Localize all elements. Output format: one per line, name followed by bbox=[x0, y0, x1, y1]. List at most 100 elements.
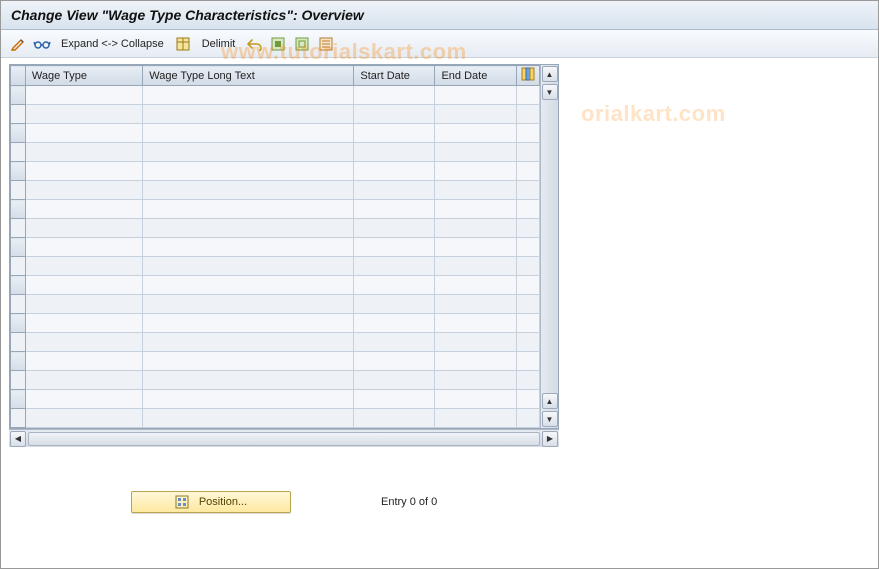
delimit-button[interactable]: Delimit bbox=[198, 36, 240, 52]
hscroll-right-icon[interactable]: ▶ bbox=[542, 431, 558, 447]
cell[interactable] bbox=[354, 200, 435, 219]
cell[interactable] bbox=[354, 314, 435, 333]
cell[interactable] bbox=[354, 219, 435, 238]
cell[interactable] bbox=[143, 219, 354, 238]
expand-collapse-button[interactable]: Expand <-> Collapse bbox=[57, 36, 168, 52]
row-selector[interactable] bbox=[11, 314, 26, 333]
row-selector[interactable] bbox=[11, 371, 26, 390]
deselect-all-icon[interactable] bbox=[293, 35, 311, 53]
cell[interactable] bbox=[435, 314, 516, 333]
cell[interactable] bbox=[354, 257, 435, 276]
col-start-date[interactable]: Start Date bbox=[354, 66, 435, 86]
cell[interactable] bbox=[516, 86, 540, 105]
cell[interactable] bbox=[25, 124, 142, 143]
cell[interactable] bbox=[435, 124, 516, 143]
cell[interactable] bbox=[435, 390, 516, 409]
cell[interactable] bbox=[516, 162, 540, 181]
cell[interactable] bbox=[143, 200, 354, 219]
cell[interactable] bbox=[143, 105, 354, 124]
row-selector[interactable] bbox=[11, 105, 26, 124]
row-selector-header[interactable] bbox=[11, 66, 26, 86]
scroll-up-bottom-icon[interactable]: ▲ bbox=[542, 393, 558, 409]
cell[interactable] bbox=[435, 105, 516, 124]
cell[interactable] bbox=[354, 371, 435, 390]
col-end-date[interactable]: End Date bbox=[435, 66, 516, 86]
cell[interactable] bbox=[143, 371, 354, 390]
cell[interactable] bbox=[516, 257, 540, 276]
vertical-scrollbar[interactable]: ▲ ▼ ▲ ▼ bbox=[540, 65, 558, 428]
cell[interactable] bbox=[516, 314, 540, 333]
cell[interactable] bbox=[354, 124, 435, 143]
cell[interactable] bbox=[25, 238, 142, 257]
cell[interactable] bbox=[516, 295, 540, 314]
cell[interactable] bbox=[143, 390, 354, 409]
cell[interactable] bbox=[516, 105, 540, 124]
horizontal-scrollbar[interactable]: ◀ ▶ bbox=[9, 429, 559, 447]
cell[interactable] bbox=[25, 200, 142, 219]
cell[interactable] bbox=[143, 181, 354, 200]
row-selector[interactable] bbox=[11, 390, 26, 409]
cell[interactable] bbox=[354, 409, 435, 428]
cell[interactable] bbox=[25, 86, 142, 105]
cell[interactable] bbox=[354, 143, 435, 162]
cell[interactable] bbox=[516, 371, 540, 390]
row-selector[interactable] bbox=[11, 143, 26, 162]
cell[interactable] bbox=[516, 143, 540, 162]
cell[interactable] bbox=[143, 238, 354, 257]
cell[interactable] bbox=[435, 371, 516, 390]
cell[interactable] bbox=[143, 409, 354, 428]
cell[interactable] bbox=[25, 371, 142, 390]
row-selector[interactable] bbox=[11, 86, 26, 105]
cell[interactable] bbox=[435, 295, 516, 314]
col-wage-type[interactable]: Wage Type bbox=[25, 66, 142, 86]
cell[interactable] bbox=[25, 162, 142, 181]
cell[interactable] bbox=[354, 105, 435, 124]
hscroll-left-icon[interactable]: ◀ bbox=[10, 431, 26, 447]
cell[interactable] bbox=[435, 143, 516, 162]
cell[interactable] bbox=[435, 276, 516, 295]
row-selector[interactable] bbox=[11, 295, 26, 314]
cell[interactable] bbox=[25, 276, 142, 295]
hscroll-thumb[interactable] bbox=[28, 432, 540, 446]
scroll-up-icon[interactable]: ▲ bbox=[542, 66, 558, 82]
change-tool-icon[interactable] bbox=[9, 35, 27, 53]
glasses-icon[interactable] bbox=[33, 35, 51, 53]
cell[interactable] bbox=[435, 238, 516, 257]
cell[interactable] bbox=[516, 200, 540, 219]
cell[interactable] bbox=[25, 333, 142, 352]
row-selector[interactable] bbox=[11, 257, 26, 276]
position-button[interactable]: Position... bbox=[131, 491, 291, 513]
row-selector[interactable] bbox=[11, 124, 26, 143]
cell[interactable] bbox=[143, 314, 354, 333]
cell[interactable] bbox=[435, 257, 516, 276]
cell[interactable] bbox=[435, 409, 516, 428]
cell[interactable] bbox=[143, 295, 354, 314]
cell[interactable] bbox=[143, 276, 354, 295]
cell[interactable] bbox=[516, 219, 540, 238]
cell[interactable] bbox=[25, 219, 142, 238]
col-wage-type-long-text[interactable]: Wage Type Long Text bbox=[143, 66, 354, 86]
cell[interactable] bbox=[516, 333, 540, 352]
undo-icon[interactable] bbox=[245, 35, 263, 53]
row-selector[interactable] bbox=[11, 276, 26, 295]
cell[interactable] bbox=[435, 162, 516, 181]
cell[interactable] bbox=[25, 314, 142, 333]
cell[interactable] bbox=[516, 390, 540, 409]
cell[interactable] bbox=[516, 352, 540, 371]
row-selector[interactable] bbox=[11, 219, 26, 238]
cell[interactable] bbox=[435, 200, 516, 219]
cell[interactable] bbox=[143, 352, 354, 371]
cell[interactable] bbox=[516, 238, 540, 257]
cell[interactable] bbox=[435, 333, 516, 352]
cell[interactable] bbox=[516, 124, 540, 143]
cell[interactable] bbox=[435, 181, 516, 200]
cell[interactable] bbox=[354, 238, 435, 257]
cell[interactable] bbox=[143, 333, 354, 352]
cell[interactable] bbox=[516, 409, 540, 428]
scroll-down-top-icon[interactable]: ▼ bbox=[542, 84, 558, 100]
row-selector[interactable] bbox=[11, 200, 26, 219]
cell[interactable] bbox=[354, 162, 435, 181]
row-selector[interactable] bbox=[11, 181, 26, 200]
cell[interactable] bbox=[435, 352, 516, 371]
configure-columns-icon[interactable] bbox=[521, 67, 535, 81]
